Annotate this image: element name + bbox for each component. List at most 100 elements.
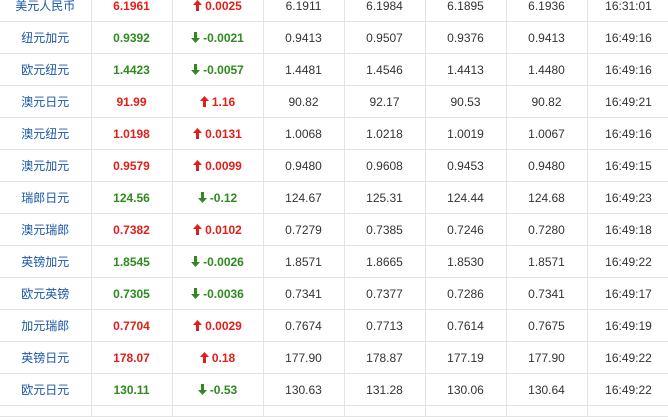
currency-pair-link[interactable]: 美元人民币 <box>0 0 92 22</box>
arrow-down-icon <box>191 63 201 75</box>
currency-pair-link[interactable]: 澳元瑞郎 <box>0 213 92 246</box>
forex-quote-table: 美元人民币 6.1961 0.0025 6.1911 6.1984 6.1895 6.193… <box>0 0 668 417</box>
currency-pair-link[interactable]: 澳元纽元 <box>0 117 92 150</box>
arrow-down-icon <box>191 255 201 267</box>
prev-close: 130.64 <box>506 373 588 406</box>
low-price: 0.7246 <box>425 213 507 246</box>
update-time: 16:49:22 <box>587 341 668 374</box>
latest-price: 91.99 <box>91 85 173 118</box>
currency-pair-link[interactable]: 欧元纽元 <box>0 53 92 86</box>
latest-price: 0.9579 <box>91 149 173 182</box>
currency-pair-link[interactable]: 纽元加元 <box>0 21 92 54</box>
currency-pair-link[interactable]: 澳元加元 <box>0 149 92 182</box>
low-price: 0.9376 <box>425 21 507 54</box>
open-price: 0.9480 <box>263 149 345 182</box>
low-price: 130.06 <box>425 373 507 406</box>
low-price: 6.1895 <box>425 0 507 22</box>
price-change: -0.0021 <box>172 21 264 54</box>
empty-cell <box>263 405 345 417</box>
price-change-value: -0.0026 <box>203 254 244 269</box>
low-price: 1.4413 <box>425 53 507 86</box>
price-change-value: -0.53 <box>209 382 238 397</box>
low-price: 1.0019 <box>425 117 507 150</box>
quote-row: 纽元加元 0.9392 -0.0021 0.9413 0.9507 0.9376 0.941… <box>0 21 668 54</box>
currency-pair-link[interactable]: 欧元英镑 <box>0 277 92 310</box>
latest-price: 130.11 <box>91 373 173 406</box>
prev-close: 0.7675 <box>506 309 588 342</box>
price-change: -0.12 <box>172 181 264 214</box>
high-price: 1.4546 <box>344 53 426 86</box>
quote-row: 英镑加元 1.8545 -0.0026 1.8571 1.8665 1.8530 1.857… <box>0 245 668 278</box>
open-price: 1.4481 <box>263 53 345 86</box>
update-time: 16:49:18 <box>587 213 668 246</box>
high-price: 0.7713 <box>344 309 426 342</box>
high-price: 92.17 <box>344 85 426 118</box>
high-price: 125.31 <box>344 181 426 214</box>
latest-price: 6.1961 <box>91 0 173 22</box>
update-time: 16:49:19 <box>587 309 668 342</box>
latest-price: 0.7382 <box>91 213 173 246</box>
currency-pair-link[interactable]: 瑞郎日元 <box>0 181 92 214</box>
high-price: 178.87 <box>344 341 426 374</box>
price-change-value: 0.0131 <box>205 126 242 141</box>
price-change: -0.0036 <box>172 277 264 310</box>
price-change-value: 0.0025 <box>205 0 242 13</box>
price-change: 0.0029 <box>172 309 264 342</box>
prev-close: 0.7280 <box>506 213 588 246</box>
prev-close: 177.90 <box>506 341 588 374</box>
update-time: 16:49:17 <box>587 277 668 310</box>
low-price: 90.53 <box>425 85 507 118</box>
open-price: 0.7674 <box>263 309 345 342</box>
update-time: 16:49:15 <box>587 149 668 182</box>
price-change-value: -0.0057 <box>203 62 244 77</box>
high-price: 0.9608 <box>344 149 426 182</box>
arrow-up-icon <box>193 223 203 235</box>
empty-cell <box>506 405 588 417</box>
quote-row: 澳元纽元 1.0198 0.0131 1.0068 1.0218 1.0019 1.0067… <box>0 117 668 150</box>
price-change-value: -0.0021 <box>203 30 244 45</box>
latest-price: 0.7704 <box>91 309 173 342</box>
price-change-value: 0.18 <box>211 350 236 365</box>
prev-close: 1.0067 <box>506 117 588 150</box>
quote-row: 澳元加元 0.9579 0.0099 0.9480 0.9608 0.9453 0.9480… <box>0 149 668 182</box>
open-price: 0.7341 <box>263 277 345 310</box>
prev-close: 0.7341 <box>506 277 588 310</box>
empty-cell <box>91 405 173 417</box>
low-price: 124.44 <box>425 181 507 214</box>
prev-close: 90.82 <box>506 85 588 118</box>
price-change: 1.16 <box>172 85 264 118</box>
update-time: 16:49:23 <box>587 181 668 214</box>
currency-pair-link[interactable]: 欧元日元 <box>0 373 92 406</box>
quote-row: 欧元英镑 0.7305 -0.0036 0.7341 0.7377 0.7286 0.734… <box>0 277 668 310</box>
latest-price: 124.56 <box>91 181 173 214</box>
arrow-up-icon <box>193 319 203 331</box>
price-change: 0.18 <box>172 341 264 374</box>
currency-pair-link[interactable]: 英镑日元 <box>0 341 92 374</box>
currency-pair-link[interactable]: 加元瑞郎 <box>0 309 92 342</box>
arrow-up-icon <box>193 127 203 139</box>
high-price: 6.1984 <box>344 0 426 22</box>
currency-pair-link[interactable]: 英镑加元 <box>0 245 92 278</box>
price-change: 0.0131 <box>172 117 264 150</box>
quote-row: 英镑日元 178.07 0.18 177.90 178.87 177.19 177.90 16… <box>0 341 668 374</box>
quote-row-partial <box>0 405 668 417</box>
arrow-up-icon <box>199 95 209 107</box>
open-price: 130.63 <box>263 373 345 406</box>
price-change: -0.53 <box>172 373 264 406</box>
latest-price: 178.07 <box>91 341 173 374</box>
open-price: 124.67 <box>263 181 345 214</box>
update-time: 16:49:16 <box>587 21 668 54</box>
empty-cell <box>587 405 668 417</box>
high-price: 0.9507 <box>344 21 426 54</box>
low-price: 0.7286 <box>425 277 507 310</box>
update-time: 16:49:16 <box>587 53 668 86</box>
price-change-value: 0.0029 <box>205 318 242 333</box>
prev-close: 0.9413 <box>506 21 588 54</box>
currency-pair-link[interactable]: 澳元日元 <box>0 85 92 118</box>
open-price: 6.1911 <box>263 0 345 22</box>
prev-close: 124.68 <box>506 181 588 214</box>
prev-close: 6.1936 <box>506 0 588 22</box>
high-price: 1.0218 <box>344 117 426 150</box>
price-change: 0.0099 <box>172 149 264 182</box>
update-time: 16:31:01 <box>587 0 668 22</box>
